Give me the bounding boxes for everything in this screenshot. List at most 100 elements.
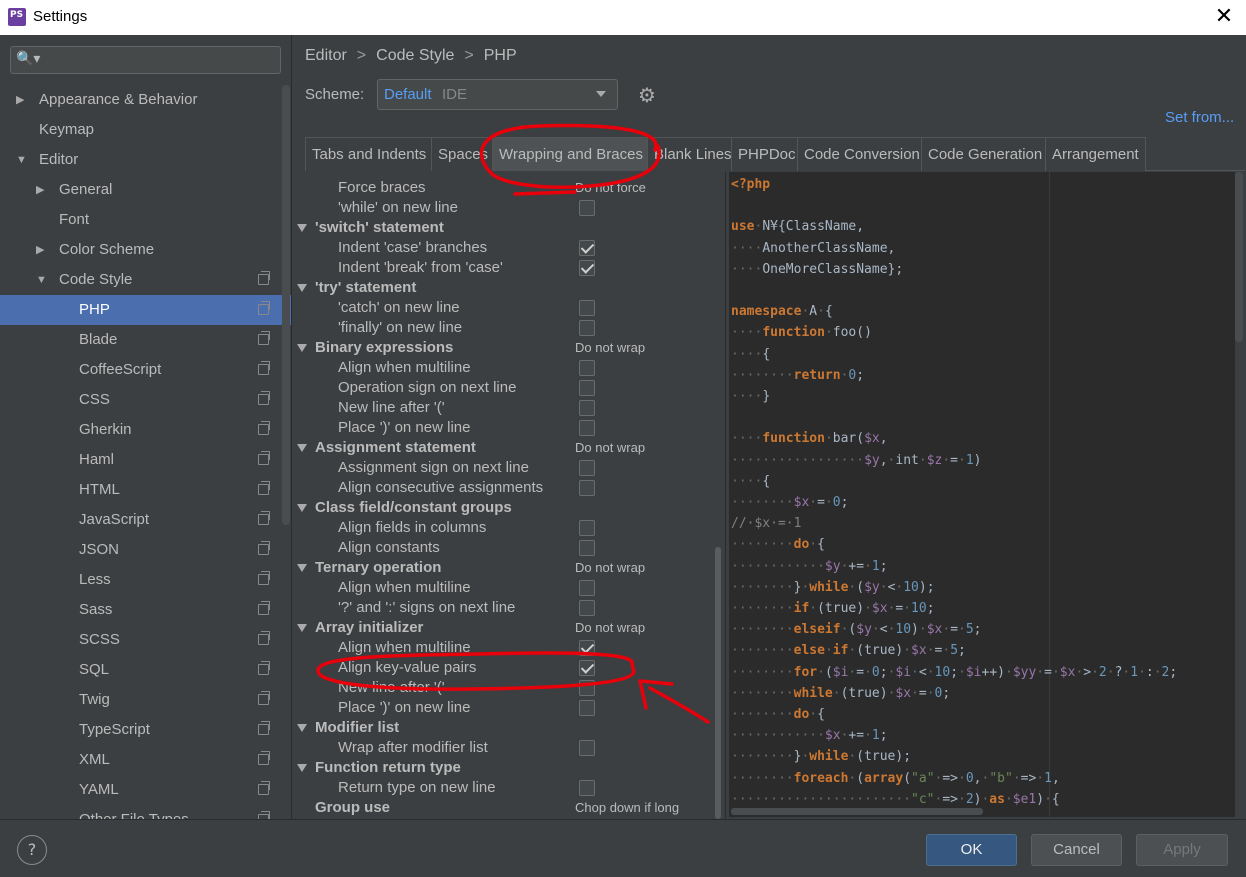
option-group[interactable]: Array initializer Do not wrap bbox=[293, 619, 727, 639]
option-row[interactable]: Align when multiline bbox=[293, 639, 727, 659]
sidebar-item[interactable]: ▶ General bbox=[0, 175, 291, 205]
set-from-link[interactable]: Set from... bbox=[1165, 109, 1234, 126]
option-row[interactable]: Wrap after modifier list bbox=[293, 739, 727, 759]
option-select-value[interactable]: Do not wrap bbox=[575, 620, 645, 635]
option-row[interactable]: Indent 'break' from 'case' bbox=[293, 259, 727, 279]
search-input[interactable]: 🔍▾ bbox=[10, 46, 281, 74]
sidebar-item[interactable]: CSS bbox=[0, 385, 291, 415]
sidebar-item[interactable]: SQL bbox=[0, 655, 291, 685]
option-checkbox[interactable] bbox=[579, 460, 595, 476]
sidebar-item[interactable]: Other File Types bbox=[0, 805, 291, 819]
option-checkbox[interactable] bbox=[579, 600, 595, 616]
option-row[interactable]: 'finally' on new line bbox=[293, 319, 727, 339]
option-select-value[interactable]: Chop down if long bbox=[575, 800, 679, 815]
option-checkbox[interactable] bbox=[579, 520, 595, 536]
option-select-value[interactable]: Do not force bbox=[575, 180, 646, 195]
option-row[interactable]: Assignment sign on next line bbox=[293, 459, 727, 479]
scheme-select[interactable]: Default IDE bbox=[377, 79, 618, 110]
chevron-down-icon[interactable] bbox=[297, 504, 307, 512]
option-checkbox[interactable] bbox=[579, 300, 595, 316]
option-checkbox[interactable] bbox=[579, 480, 595, 496]
option-row[interactable]: Align consecutive assignments bbox=[293, 479, 727, 499]
option-checkbox[interactable] bbox=[579, 660, 595, 676]
option-row[interactable]: New line after '(' bbox=[293, 679, 727, 699]
sidebar-item[interactable]: Less bbox=[0, 565, 291, 595]
sidebar-item[interactable]: ▼ Code Style bbox=[0, 265, 291, 295]
tab-phpdoc[interactable]: PHPDoc bbox=[731, 137, 803, 171]
chevron-down-icon[interactable] bbox=[297, 564, 307, 572]
apply-button[interactable]: Apply bbox=[1136, 834, 1228, 866]
option-checkbox[interactable] bbox=[579, 740, 595, 756]
option-row[interactable]: 'catch' on new line bbox=[293, 299, 727, 319]
tab-wrapping-and-braces[interactable]: Wrapping and Braces bbox=[492, 137, 650, 171]
sidebar-item[interactable]: JSON bbox=[0, 535, 291, 565]
option-group[interactable]: 'switch' statement bbox=[293, 219, 727, 239]
option-group[interactable]: Modifier list bbox=[293, 719, 727, 739]
option-checkbox[interactable] bbox=[579, 200, 595, 216]
option-row[interactable]: Align when multiline bbox=[293, 359, 727, 379]
gear-icon[interactable]: ⚙ bbox=[638, 83, 656, 107]
option-row[interactable]: Return type on new line bbox=[293, 779, 727, 799]
chevron-down-icon[interactable] bbox=[297, 224, 307, 232]
sidebar-item[interactable]: Font bbox=[0, 205, 291, 235]
sidebar-item[interactable]: Keymap bbox=[0, 115, 291, 145]
sidebar-item[interactable]: Blade bbox=[0, 325, 291, 355]
option-checkbox[interactable] bbox=[579, 780, 595, 796]
sidebar-item[interactable]: JavaScript bbox=[0, 505, 291, 535]
chevron-down-icon[interactable]: ▼ bbox=[16, 145, 27, 175]
sidebar-item[interactable]: XML bbox=[0, 745, 291, 775]
option-checkbox[interactable] bbox=[579, 360, 595, 376]
chevron-down-icon[interactable] bbox=[297, 284, 307, 292]
option-row[interactable]: Indent 'case' branches bbox=[293, 239, 727, 259]
chevron-right-icon[interactable]: ▶ bbox=[36, 175, 44, 205]
option-checkbox[interactable] bbox=[579, 700, 595, 716]
option-group[interactable]: Ternary operation Do not wrap bbox=[293, 559, 727, 579]
option-row[interactable]: Align fields in columns bbox=[293, 519, 727, 539]
option-row[interactable]: Operation sign on next line bbox=[293, 379, 727, 399]
sidebar-item[interactable]: SCSS bbox=[0, 625, 291, 655]
option-select-value[interactable]: Do not wrap bbox=[575, 440, 645, 455]
option-row[interactable]: Align constants bbox=[293, 539, 727, 559]
option-checkbox[interactable] bbox=[579, 380, 595, 396]
option-checkbox[interactable] bbox=[579, 540, 595, 556]
option-checkbox[interactable] bbox=[579, 320, 595, 336]
sidebar-item[interactable]: YAML bbox=[0, 775, 291, 805]
option-checkbox[interactable] bbox=[579, 680, 595, 696]
chevron-down-icon[interactable] bbox=[297, 344, 307, 352]
sidebar-item[interactable]: ▼ Editor bbox=[0, 145, 291, 175]
option-select-value[interactable]: Do not wrap bbox=[575, 560, 645, 575]
option-checkbox[interactable] bbox=[579, 580, 595, 596]
preview-vertical-scrollbar[interactable] bbox=[1235, 172, 1243, 342]
help-button[interactable]: ? bbox=[17, 835, 47, 865]
sidebar-item[interactable]: ▶ Appearance & Behavior bbox=[0, 85, 291, 115]
option-group[interactable]: Group use Chop down if long bbox=[293, 799, 727, 819]
sidebar-item[interactable]: CoffeeScript bbox=[0, 355, 291, 385]
option-select-value[interactable]: Do not wrap bbox=[575, 340, 645, 355]
sidebar-item[interactable]: TypeScript bbox=[0, 715, 291, 745]
option-row[interactable]: '?' and ':' signs on next line bbox=[293, 599, 727, 619]
chevron-down-icon[interactable] bbox=[297, 724, 307, 732]
sidebar-scrollbar[interactable] bbox=[282, 85, 290, 525]
chevron-down-icon[interactable] bbox=[297, 764, 307, 772]
option-checkbox[interactable] bbox=[579, 640, 595, 656]
preview-horizontal-scrollbar[interactable] bbox=[731, 808, 983, 815]
option-row[interactable]: Place ')' on new line bbox=[293, 419, 727, 439]
chevron-right-icon[interactable]: ▶ bbox=[16, 85, 24, 115]
chevron-down-icon[interactable]: ▼ bbox=[36, 265, 47, 295]
option-row[interactable]: Place ')' on new line bbox=[293, 699, 727, 719]
close-icon[interactable]: ✕ bbox=[1210, 3, 1238, 31]
chevron-right-icon[interactable]: ▶ bbox=[36, 235, 44, 265]
sidebar-item[interactable]: ▶ Color Scheme bbox=[0, 235, 291, 265]
sidebar-item[interactable]: Twig bbox=[0, 685, 291, 715]
option-group[interactable]: Binary expressions Do not wrap bbox=[293, 339, 727, 359]
options-scrollbar[interactable] bbox=[715, 547, 721, 819]
option-row[interactable]: New line after '(' bbox=[293, 399, 727, 419]
tab-spaces[interactable]: Spaces bbox=[431, 137, 496, 171]
option-group[interactable]: Function return type bbox=[293, 759, 727, 779]
tab-arrangement[interactable]: Arrangement bbox=[1045, 137, 1146, 171]
tab-tabs-and-indents[interactable]: Tabs and Indents bbox=[305, 137, 434, 171]
chevron-down-icon[interactable] bbox=[297, 444, 307, 452]
tab-blank-lines[interactable]: Blank Lines bbox=[647, 137, 739, 171]
sidebar-item[interactable]: PHP bbox=[0, 295, 291, 325]
option-checkbox[interactable] bbox=[579, 420, 595, 436]
